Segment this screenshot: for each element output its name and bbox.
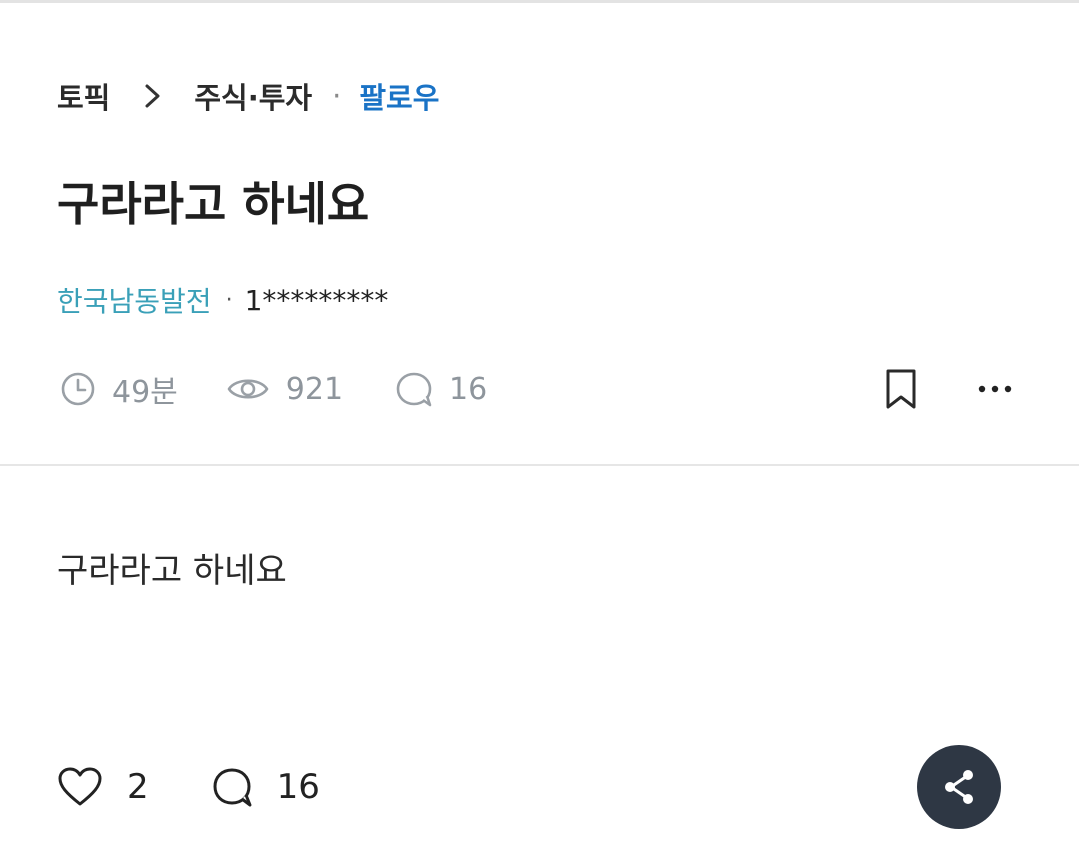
breadcrumb-category[interactable]: 주식·투자 bbox=[194, 75, 312, 117]
view-count: 921 bbox=[285, 371, 344, 407]
chevron-right-icon bbox=[145, 84, 160, 108]
author-separator: · bbox=[225, 287, 233, 313]
heart-icon bbox=[58, 767, 102, 806]
author-company-link[interactable]: 한국남동발전 bbox=[57, 280, 212, 320]
breadcrumb: 토픽 주식·투자 · 팔로우 bbox=[57, 76, 439, 116]
comment-count-bottom: 16 bbox=[276, 767, 320, 807]
like-button[interactable]: 2 bbox=[57, 766, 149, 808]
author-id: 1********* bbox=[244, 283, 389, 317]
eye-icon bbox=[227, 379, 269, 399]
top-divider bbox=[0, 0, 1079, 3]
meta-time: 49분 bbox=[60, 367, 178, 411]
post-title: 구라라고 하네요 bbox=[57, 177, 370, 231]
breadcrumb-topic[interactable]: 토픽 bbox=[57, 75, 110, 117]
clock-icon bbox=[61, 372, 95, 406]
time-ago: 49분 bbox=[112, 375, 178, 410]
share-button[interactable] bbox=[917, 745, 1001, 829]
speech-bubble-icon bbox=[396, 372, 432, 407]
speech-bubble-icon bbox=[213, 768, 252, 807]
author-line: 한국남동발전 · 1********* bbox=[57, 281, 388, 319]
share-icon bbox=[945, 770, 973, 804]
post-meta: 49분 921 16 bbox=[60, 366, 487, 412]
post-body: 구라라고 하네요 bbox=[57, 551, 287, 591]
more-horizontal-icon bbox=[978, 385, 1012, 393]
comment-count: 16 bbox=[449, 371, 488, 407]
follow-button[interactable]: 팔로우 bbox=[359, 75, 439, 117]
header-divider bbox=[0, 464, 1079, 466]
breadcrumb-separator: · bbox=[332, 79, 342, 113]
more-options-button[interactable] bbox=[972, 366, 1018, 412]
comment-button[interactable]: 16 bbox=[211, 766, 320, 808]
meta-views: 921 bbox=[226, 371, 343, 407]
bookmark-icon bbox=[886, 369, 916, 409]
like-count: 2 bbox=[127, 767, 149, 807]
meta-comments: 16 bbox=[395, 370, 487, 408]
bookmark-button[interactable] bbox=[880, 366, 922, 412]
post-actions: 2 16 bbox=[57, 764, 320, 810]
